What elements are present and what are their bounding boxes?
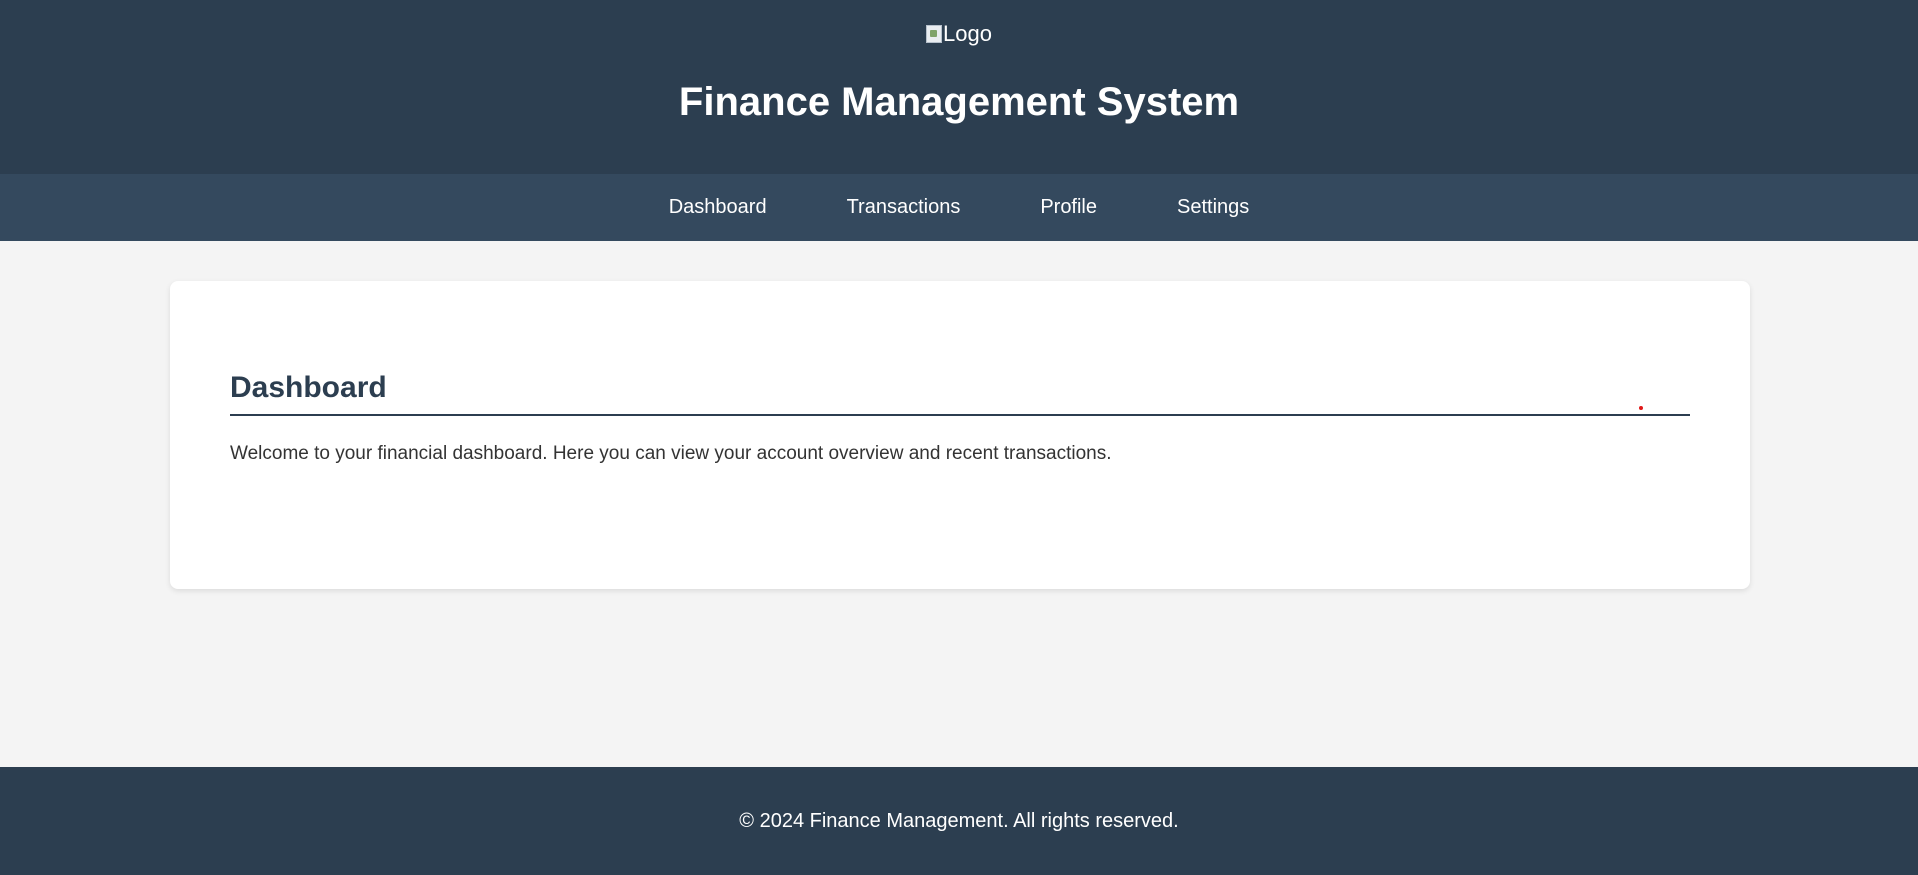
- site-title: Finance Management System: [678, 80, 1240, 124]
- red-dot-marker: [1639, 406, 1643, 410]
- heading-divider: [230, 414, 1690, 416]
- nav-link-dashboard[interactable]: Dashboard: [629, 174, 807, 241]
- site-footer: © 2024 Finance Management. All rights re…: [0, 767, 1918, 875]
- broken-image-icon: [926, 25, 943, 43]
- nav-link-settings[interactable]: Settings: [1137, 174, 1289, 241]
- main-nav: Dashboard Transactions Profile Settings: [0, 174, 1918, 241]
- dashboard-card: Dashboard Welcome to your financial dash…: [170, 281, 1750, 589]
- nav-link-profile[interactable]: Profile: [1000, 174, 1137, 241]
- logo: Logo: [0, 20, 1918, 48]
- copyright-text: © 2024 Finance Management. All rights re…: [739, 810, 1179, 832]
- logo-alt-text: Logo: [943, 21, 992, 46]
- section-heading: Dashboard: [230, 371, 387, 404]
- nav-link-transactions[interactable]: Transactions: [807, 174, 1001, 241]
- page: Logo Finance Management System Dashboard…: [0, 0, 1918, 875]
- site-header: Logo Finance Management System: [0, 0, 1918, 174]
- welcome-text: Welcome to your financial dashboard. Her…: [230, 443, 1112, 464]
